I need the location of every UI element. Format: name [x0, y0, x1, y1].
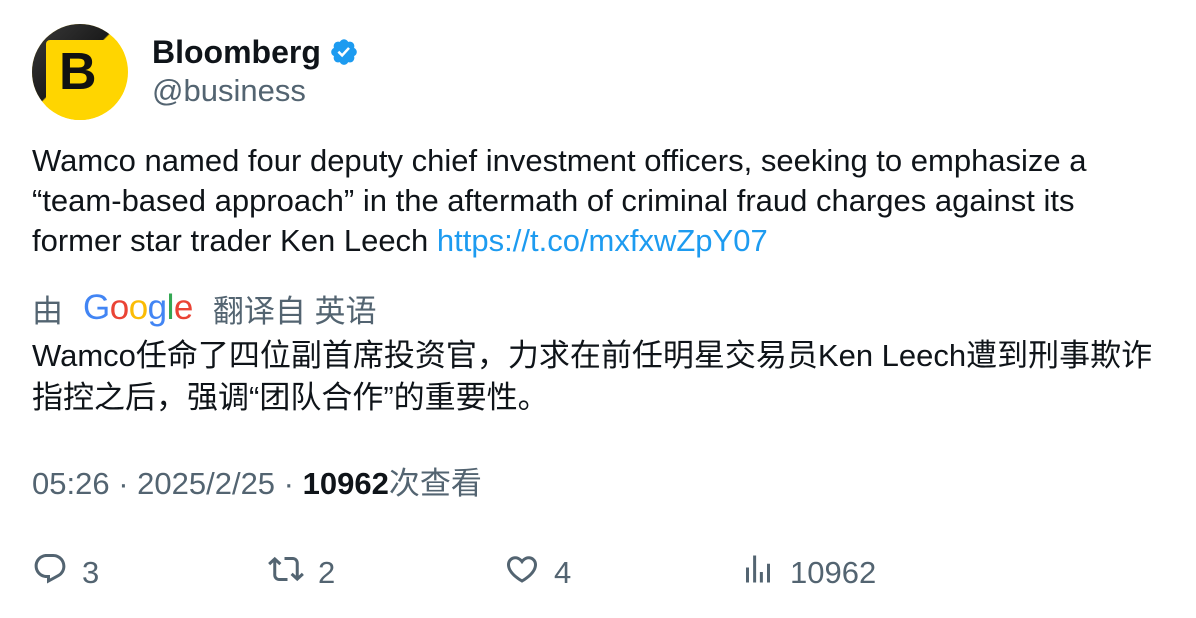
translated-text: Wamco任命了四位副首席投资官，力求在前任明星交易员Ken Leech遭到刑事… — [32, 338, 1153, 415]
views-label: 次查看 — [388, 466, 482, 501]
author-handle[interactable]: @business — [152, 71, 359, 111]
reply-icon — [32, 551, 68, 595]
reply-button[interactable]: 3 — [32, 548, 99, 598]
google-logo-icon: Google — [83, 288, 193, 327]
tweet-header: B Bloomberg @business — [32, 24, 359, 120]
translation-suffix: 翻译自 英语 — [212, 293, 377, 329]
views-count: 10962 — [302, 466, 389, 501]
avatar[interactable]: B — [32, 24, 128, 120]
like-count: 4 — [554, 555, 572, 590]
meta-separator: · — [109, 466, 138, 501]
verified-badge-icon — [329, 37, 359, 67]
display-name-row: Bloomberg — [152, 33, 359, 71]
retweet-count: 2 — [318, 555, 336, 590]
author-names: Bloomberg @business — [152, 24, 359, 120]
views-chart-icon — [740, 551, 776, 595]
translation-attribution[interactable]: 由 Google 翻译自 英语 — [32, 286, 377, 330]
translation-prefix: 由 — [32, 293, 63, 329]
reply-count: 3 — [82, 555, 100, 590]
display-name[interactable]: Bloomberg — [152, 33, 321, 71]
retweet-button[interactable]: 2 — [268, 548, 335, 598]
avatar-logo-letter: B — [59, 43, 97, 101]
meta-separator-2: · — [275, 466, 303, 501]
views-button[interactable]: 10962 — [740, 548, 876, 598]
views-count-action: 10962 — [790, 555, 877, 590]
retweet-icon — [268, 551, 304, 595]
tweet-text: Wamco named four deputy chief investment… — [32, 141, 1162, 261]
tweet-time[interactable]: 05:26 — [32, 466, 110, 501]
action-bar: 3 2 4 10962 — [32, 548, 1162, 598]
tweet-meta: 05:26 · 2025/2/25 · 10962次查看 — [32, 462, 482, 506]
tweet-date[interactable]: 2025/2/25 — [137, 466, 275, 501]
like-button[interactable]: 4 — [504, 548, 571, 598]
tweet-link[interactable]: https://t.co/mxfxwZpY07 — [437, 223, 768, 258]
heart-icon — [504, 551, 540, 595]
